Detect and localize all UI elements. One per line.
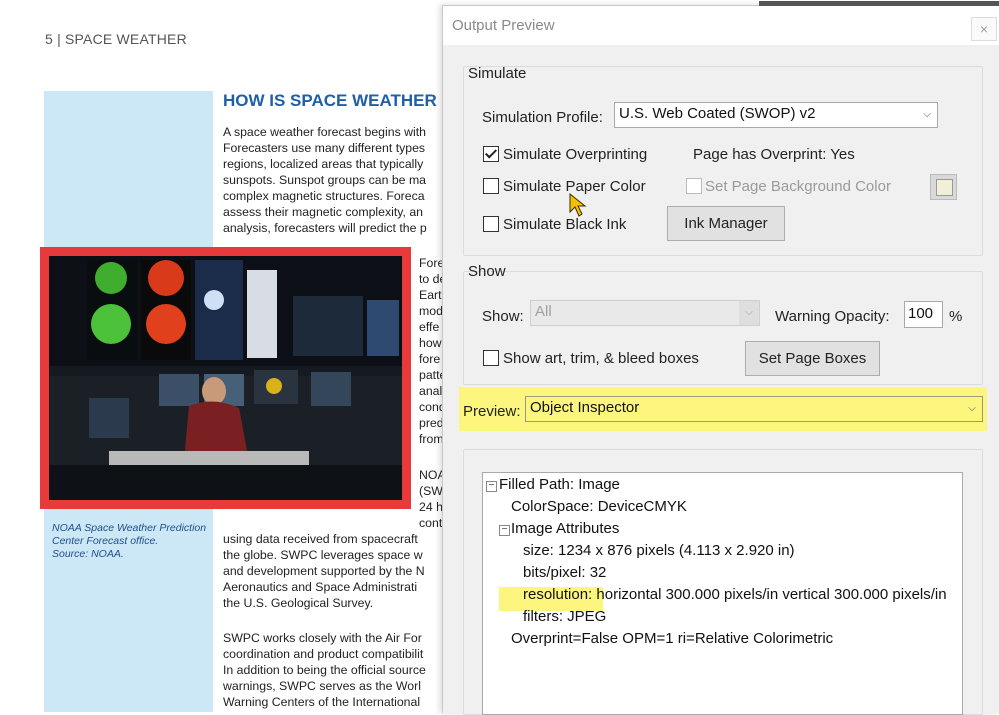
- caption-line: Source: NOAA.: [52, 548, 124, 560]
- chevron-down-icon: ⌵: [739, 301, 759, 325]
- dialog-titlebar[interactable]: Output Preview ×: [443, 6, 999, 45]
- simulation-profile-label: Simulation Profile:: [482, 109, 603, 126]
- chevron-down-icon: ⌵: [968, 403, 976, 414]
- simulate-paper-color-checkbox[interactable]: [483, 178, 499, 194]
- paragraph-1: A space weather forecast begins with For…: [223, 124, 427, 236]
- show-group: [463, 271, 983, 385]
- text-line: Forecasters use many different types: [223, 141, 426, 155]
- text-line: the globe. SWPC leverages space w: [223, 548, 423, 562]
- text-line: warnings, SWPC serves as the Worl: [223, 679, 421, 693]
- preview-value: Object Inspector: [530, 399, 640, 416]
- preview-select[interactable]: Object Inspector ⌵: [525, 396, 983, 422]
- show-label: Show:: [482, 308, 524, 325]
- text-line: Warning Centers of the International: [223, 695, 421, 709]
- section-title: HOW IS SPACE WEATHER: [223, 91, 437, 110]
- photo-frame[interactable]: [40, 247, 411, 509]
- text-line: Aeronautics and Space Administrati: [223, 580, 418, 594]
- collapse-icon[interactable]: −: [499, 525, 510, 536]
- simulate-black-ink-checkbox[interactable]: [483, 216, 499, 232]
- tree-resolution[interactable]: resolution: horizontal 300.000 pixels/in…: [523, 586, 947, 603]
- resolution-key: resolution:: [523, 586, 593, 603]
- color-swatch-fill: [936, 179, 953, 196]
- ink-manager-button[interactable]: Ink Manager: [667, 206, 785, 241]
- text-line: assess their magnetic complexity, an: [223, 205, 424, 219]
- show-heading: Show: [468, 263, 506, 280]
- set-page-background-checkbox[interactable]: [686, 178, 702, 194]
- close-button[interactable]: ×: [971, 17, 997, 41]
- dialog-title: Output Preview: [452, 17, 555, 34]
- chevron-down-icon: ⌵: [923, 109, 931, 120]
- show-value: All: [535, 303, 552, 320]
- text-line: the U.S. Geological Survey.: [223, 596, 374, 610]
- resolution-value: horizontal 300.000 pixels/in vertical 30…: [592, 586, 947, 603]
- caption-line: NOAA Space Weather Prediction: [52, 522, 207, 534]
- text-line: complex magnetic structures. Foreca: [223, 189, 425, 203]
- text-line: A space weather forecast begins with: [223, 125, 427, 139]
- tree-filters[interactable]: filters: JPEG: [523, 608, 606, 625]
- caption-line: Center Forecast office.: [52, 535, 159, 547]
- paragraph-3: SWPC works closely with the Air For coor…: [223, 630, 426, 710]
- page-header: 5 | SPACE WEATHER: [45, 31, 187, 47]
- photo-illustration: [49, 256, 402, 500]
- page-background-color-swatch[interactable]: [930, 174, 957, 200]
- text-line: coordination and product compatibilit: [223, 647, 424, 661]
- close-icon: ×: [979, 21, 989, 37]
- tree-size[interactable]: size: 1234 x 876 pixels (4.113 x 2.920 i…: [523, 542, 795, 559]
- collapse-icon[interactable]: −: [486, 481, 497, 492]
- paragraph-2: using data received from spacecraft the …: [223, 531, 425, 611]
- tree-overprint[interactable]: Overprint=False OPM=1 ri=Relative Colori…: [511, 630, 833, 647]
- simulation-profile-select[interactable]: U.S. Web Coated (SWOP) v2 ⌵: [614, 102, 938, 128]
- set-page-boxes-button[interactable]: Set Page Boxes: [745, 341, 880, 376]
- preview-label: Preview:: [463, 403, 521, 420]
- object-inspector-tree[interactable]: − Filled Path: Image ColorSpace: DeviceC…: [482, 472, 963, 715]
- simulate-black-ink-label[interactable]: Simulate Black Ink: [503, 216, 626, 233]
- text-line: regions, localized areas that typically: [223, 157, 424, 171]
- tree-image-attributes[interactable]: Image Attributes: [511, 520, 619, 537]
- forecast-office-photo: [49, 256, 402, 500]
- tree-bits-per-pixel[interactable]: bits/pixel: 32: [523, 564, 606, 581]
- simulate-overprinting-checkbox[interactable]: [483, 146, 499, 162]
- photo-caption: NOAA Space Weather Prediction Center For…: [52, 522, 206, 561]
- set-page-background-label: Set Page Background Color: [705, 178, 891, 195]
- show-boxes-checkbox[interactable]: [483, 350, 499, 366]
- tree-filled-path[interactable]: Filled Path: Image: [499, 476, 620, 493]
- tree-colorspace[interactable]: ColorSpace: DeviceCMYK: [511, 498, 687, 515]
- text-line: and development supported by the N: [223, 564, 425, 578]
- text-line: analysis, forecasters will predict the p: [223, 221, 427, 235]
- text-line: sunspots. Sunspot groups can be ma: [223, 173, 427, 187]
- text-line: using data received from spacecraft: [223, 532, 418, 546]
- text-line: SWPC works closely with the Air For: [223, 631, 422, 645]
- simulate-overprinting-label[interactable]: Simulate Overprinting: [503, 146, 647, 163]
- mouse-cursor-icon: [569, 193, 587, 217]
- page-overprint-status: Page has Overprint: Yes: [693, 146, 855, 163]
- simulate-heading: Simulate: [468, 65, 527, 82]
- warning-opacity-input[interactable]: 100: [904, 301, 943, 328]
- show-select[interactable]: All ⌵: [530, 300, 760, 326]
- output-preview-dialog: Output Preview × Simulate Simulation Pro…: [442, 1, 999, 715]
- text-line: In addition to being the official source: [223, 663, 426, 677]
- warning-opacity-label: Warning Opacity:: [775, 308, 890, 325]
- opacity-percent-unit: %: [949, 308, 963, 325]
- simulation-profile-value: U.S. Web Coated (SWOP) v2: [619, 105, 816, 122]
- show-boxes-label[interactable]: Show art, trim, & bleed boxes: [503, 350, 699, 367]
